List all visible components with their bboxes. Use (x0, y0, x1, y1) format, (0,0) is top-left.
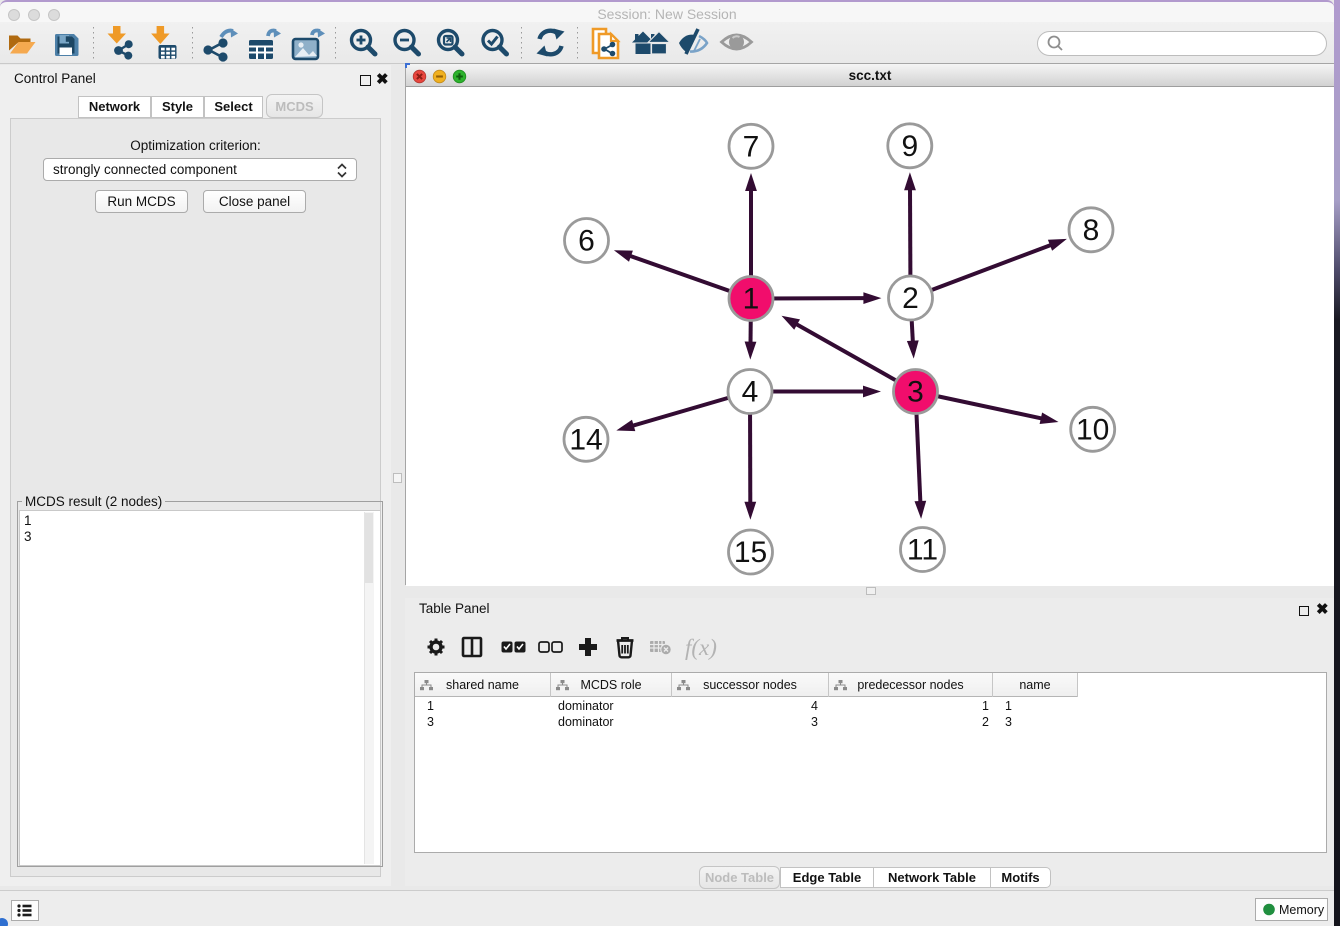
svg-text:3: 3 (907, 376, 924, 409)
svg-text:10: 10 (1076, 413, 1109, 446)
svg-text:9: 9 (901, 130, 918, 163)
svg-text:Memory: Memory (1279, 903, 1325, 917)
svg-text:11: 11 (907, 534, 938, 567)
svg-text:7: 7 (743, 130, 760, 163)
svg-text:8: 8 (1083, 214, 1100, 247)
svg-text:14: 14 (569, 423, 602, 456)
svg-text:1: 1 (743, 283, 760, 316)
svg-text:15: 15 (734, 536, 767, 569)
svg-text:6: 6 (578, 225, 595, 258)
svg-text:4: 4 (742, 376, 759, 409)
svg-text:f(x): f(x) (685, 635, 717, 660)
svg-text:2: 2 (902, 282, 919, 315)
